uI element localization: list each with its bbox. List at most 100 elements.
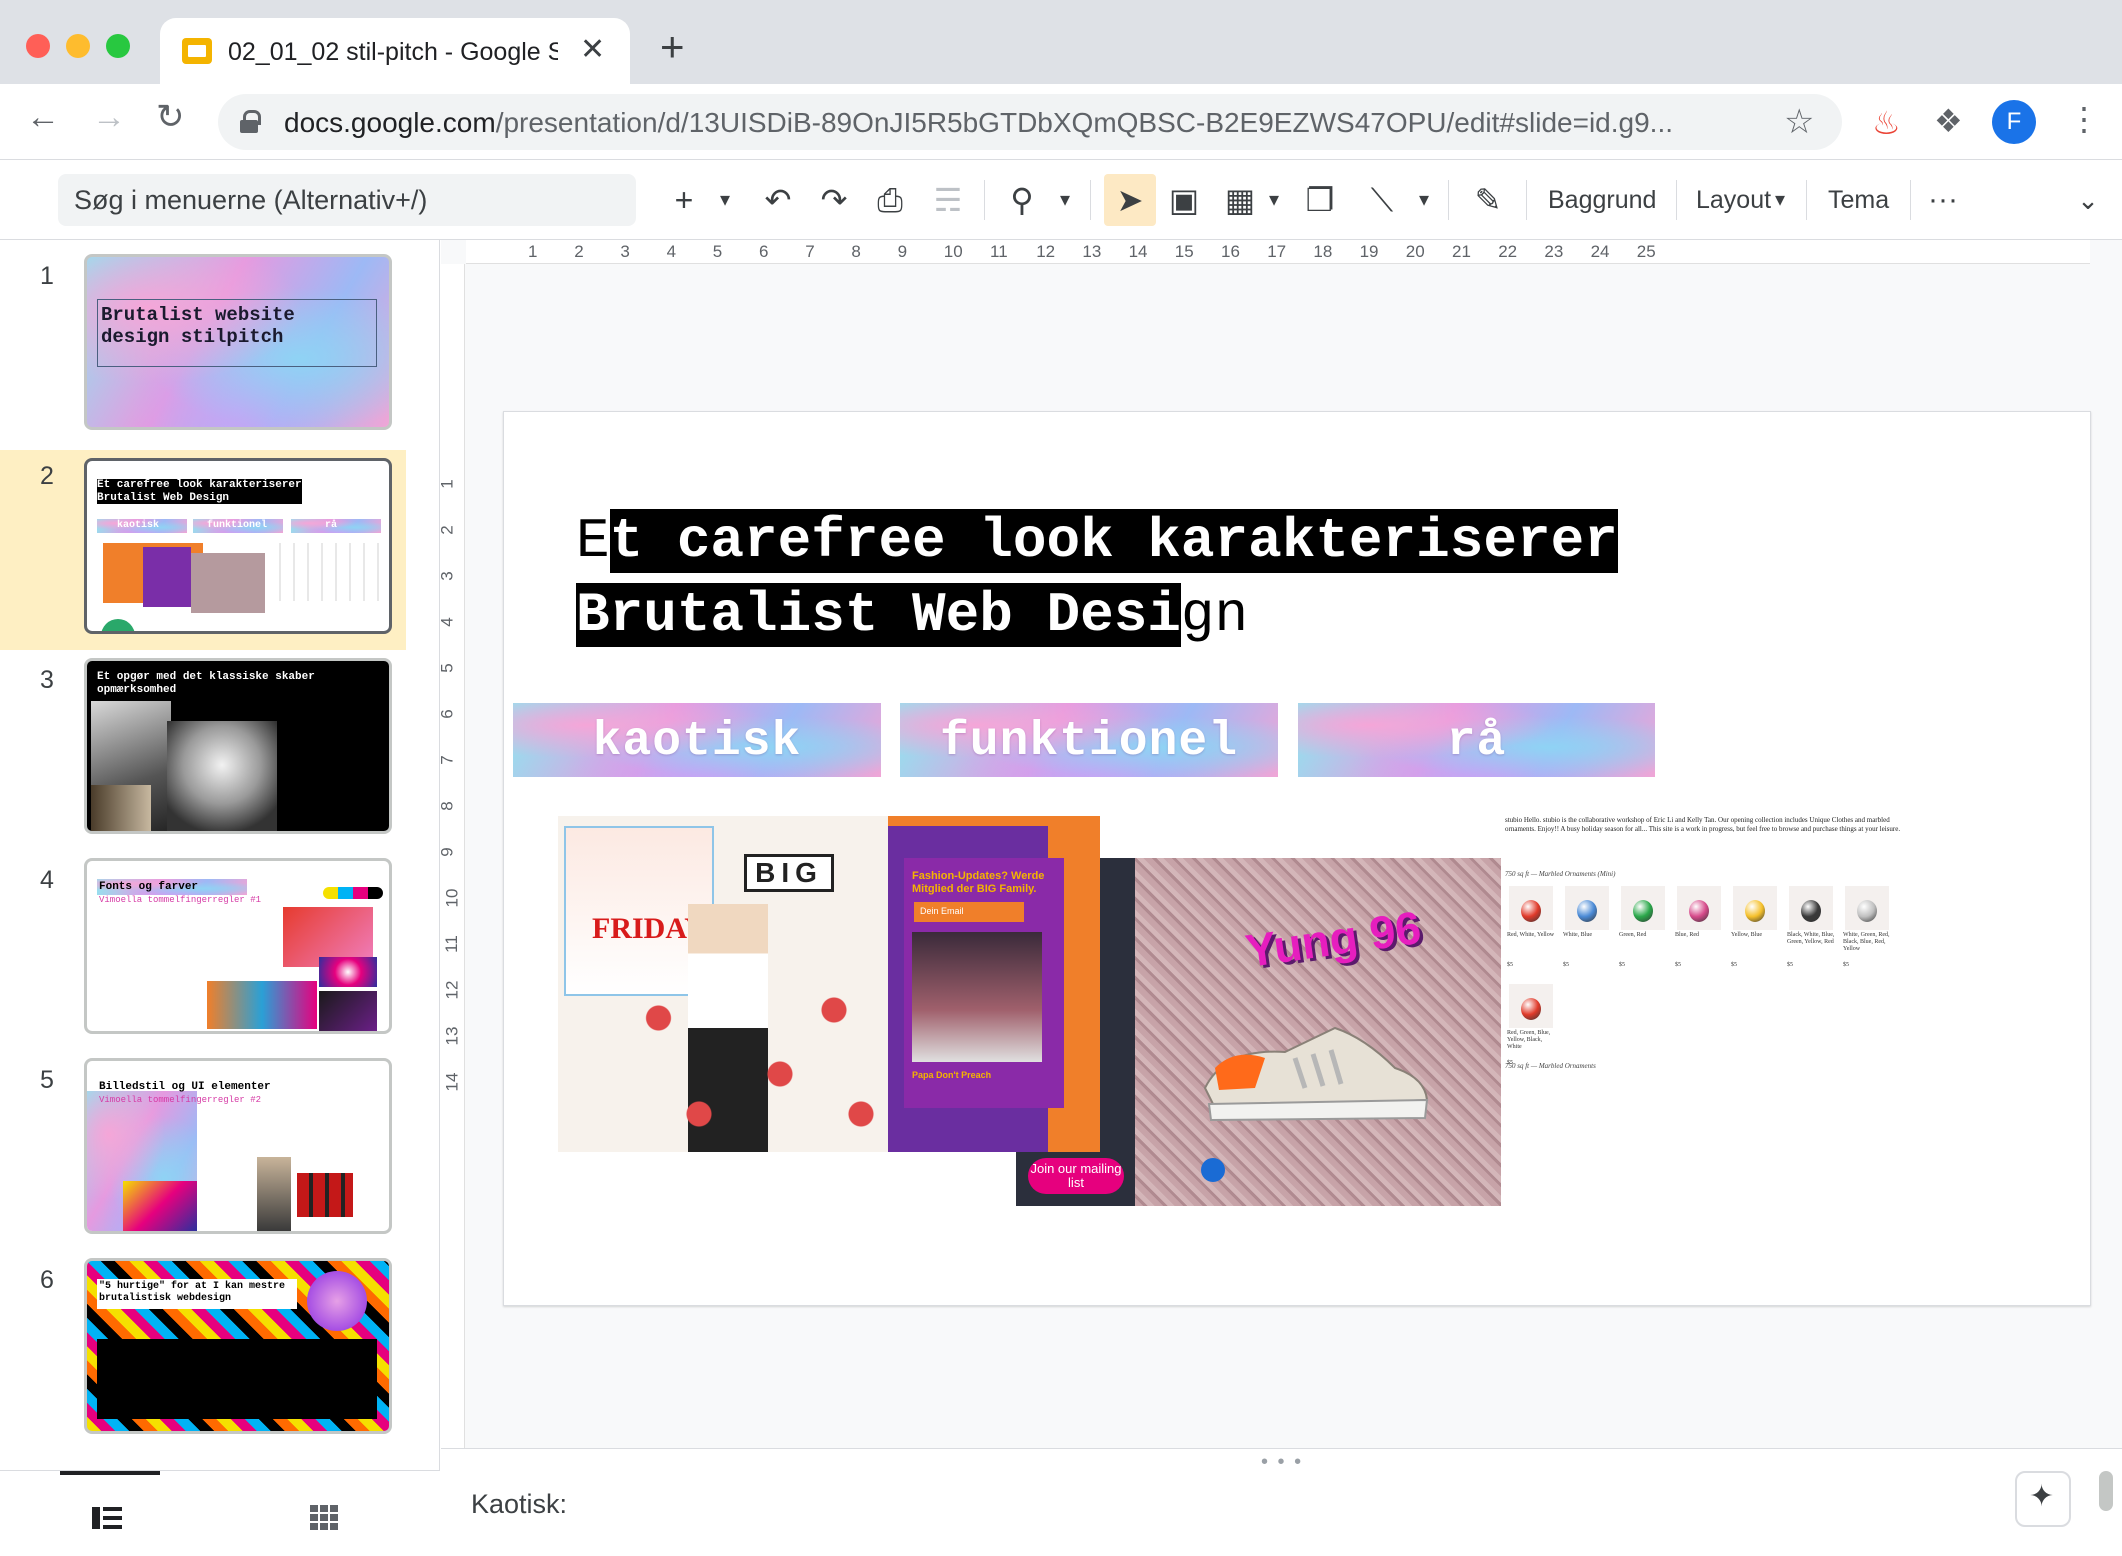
fashion-email-button[interactable]: Dein Email — [914, 902, 1024, 922]
product-price: $5 — [1843, 962, 1849, 968]
banner-kaotisk[interactable]: kaotisk — [513, 703, 881, 777]
filmstrip-slide-1[interactable]: 1 Brutalist website design stilpitch — [0, 246, 406, 446]
fashion-model-photo — [912, 932, 1042, 1062]
join-mailing-list-button[interactable]: Join our mailing list — [1028, 1158, 1124, 1194]
theme-button[interactable]: Tema — [1828, 176, 1889, 224]
tab-close-icon[interactable]: ✕ — [580, 32, 605, 67]
profile-avatar[interactable]: F — [1992, 100, 2036, 144]
toolbar-divider — [1676, 180, 1677, 220]
ornament-ball — [1801, 900, 1821, 922]
product-name: White, Blue — [1563, 932, 1592, 938]
layout-dropdown-icon[interactable]: ▾ — [1768, 176, 1792, 224]
shape-icon[interactable]: ❐ — [1298, 176, 1342, 224]
ruler-tick: 3 — [620, 242, 630, 261]
slide-thumbnail[interactable]: Fonts og farver Vimoella tommelfingerreg… — [84, 858, 392, 1034]
thumb-photo-toilet — [207, 981, 317, 1029]
ornament-image — [1845, 886, 1889, 930]
menu-search-input[interactable]: Søg i menuerne (Alternativ+/) — [58, 174, 636, 226]
bookmark-star-icon[interactable]: ☆ — [1784, 102, 1814, 142]
maximize-window-button[interactable] — [106, 34, 130, 58]
line-dropdown-icon[interactable]: ▾ — [1412, 176, 1436, 224]
collage-shop-website[interactable]: stubio Hello. stubio is the collaborativ… — [1501, 816, 2061, 1196]
thumb-photo-dark — [319, 991, 377, 1031]
product-tile[interactable]: Black, White, Blue, Green, Yellow, Red $5 — [1785, 882, 1837, 974]
explore-assistant-icon[interactable] — [2015, 1471, 2071, 1527]
print-icon[interactable]: ⎙ — [868, 176, 912, 224]
sneaker-image — [1203, 1026, 1429, 1122]
layout-button[interactable]: Layout — [1696, 176, 1771, 224]
select-cursor-icon[interactable]: ➤ — [1108, 176, 1152, 224]
minimize-window-button[interactable] — [66, 34, 90, 58]
product-tile[interactable]: Yellow, Blue $5 — [1729, 882, 1781, 974]
current-slide[interactable]: Et carefree look karakteriserer Brutalis… — [503, 411, 2091, 1306]
zoom-icon[interactable]: ⚲ — [1000, 176, 1044, 224]
thumb-photo-red-blocks — [297, 1173, 353, 1217]
banner-label: funktionel — [939, 715, 1239, 769]
reload-icon[interactable]: ↻ — [156, 100, 185, 134]
url-bar[interactable]: docs.google.com/presentation/d/13UISDiB-… — [218, 94, 1842, 150]
collage-sneaker-website[interactable]: Yung 96 — [1135, 858, 1501, 1206]
ruler-tick: 5 — [437, 663, 457, 673]
slide-thumbnail[interactable]: Et carefree look karakteriserer Brutalis… — [84, 458, 392, 634]
new-tab-button[interactable]: + — [660, 26, 685, 68]
ruler-tick: 11 — [441, 935, 461, 953]
filmstrip-view-icon[interactable] — [92, 1507, 122, 1529]
speaker-notes-text[interactable]: Kaotisk: — [471, 1489, 567, 1520]
product-tile[interactable]: White, Blue $5 — [1561, 882, 1613, 974]
url-host: docs.google.com — [284, 107, 496, 138]
notes-scrollbar[interactable] — [2099, 1471, 2113, 1511]
collage-big-website[interactable]: BIG FRIDAY Fashion-Updates? Werde Mitgli… — [558, 816, 1100, 1152]
collapse-toolbar-chevron-icon[interactable]: ⌄ — [2070, 176, 2106, 224]
ruler-tick: 2 — [437, 525, 457, 535]
add-comment-icon[interactable]: ✎ — [1466, 176, 1510, 224]
slide-thumbnail[interactable]: Brutalist website design stilpitch — [84, 254, 392, 430]
browser-menu-icon[interactable]: ⋮ — [2068, 100, 2100, 138]
speaker-notes[interactable]: • • • Kaotisk: — [441, 1448, 2122, 1556]
background-button[interactable]: Baggrund — [1548, 176, 1656, 224]
text-box-icon[interactable]: ▣ — [1162, 176, 1206, 224]
redo-icon[interactable]: ↷ — [812, 176, 856, 224]
insert-image-icon[interactable]: ▦ — [1218, 176, 1262, 224]
forward-arrow-icon[interactable]: → — [92, 100, 126, 134]
slide-thumbnail[interactable]: "5 hurtige" for at I kan mestre brutalis… — [84, 1258, 392, 1434]
browser-tab-active[interactable]: 02_01_02 stil-pitch - Google Sl ✕ — [160, 18, 630, 84]
image-dropdown-icon[interactable]: ▾ — [1262, 176, 1286, 224]
more-options-button[interactable]: ··· — [1928, 176, 1958, 224]
notes-resize-handle[interactable]: • • • — [1261, 1451, 1303, 1474]
undo-icon[interactable]: ↶ — [756, 176, 800, 224]
product-name: Red, White, Yellow — [1507, 932, 1555, 938]
slide-thumbnail[interactable]: Et opgør med det klassiske skaber opmærk… — [84, 658, 392, 834]
product-tile[interactable]: Blue, Red $5 — [1673, 882, 1725, 974]
extensions-puzzle-icon[interactable]: ❖ — [1934, 102, 1963, 140]
paint-format-icon[interactable]: ☴ — [926, 176, 970, 224]
slide-headline[interactable]: Et carefree look karakteriserer Brutalis… — [576, 504, 1618, 652]
ornament-image — [1621, 886, 1665, 930]
back-arrow-icon[interactable]: ← — [26, 100, 60, 134]
thumb-collage-green-circle — [101, 619, 135, 631]
close-window-button[interactable] — [26, 34, 50, 58]
ruler-tick: 3 — [437, 571, 457, 581]
slide-thumbnail[interactable]: Billedstil og UI elementer Vimoella tomm… — [84, 1058, 392, 1234]
filmstrip-slide-4[interactable]: 4 Fonts og farver Vimoella tommelfingerr… — [0, 850, 406, 1050]
grid-view-icon[interactable] — [310, 1505, 338, 1531]
filmstrip-slide-5[interactable]: 5 Billedstil og UI elementer Vimoella to… — [0, 1050, 406, 1250]
ornament-image — [1509, 984, 1553, 1028]
product-tile[interactable]: Red, White, Yellow $5 — [1505, 882, 1557, 974]
new-slide-dropdown-icon[interactable]: ▾ — [712, 176, 738, 224]
zoom-dropdown-icon[interactable]: ▾ — [1052, 176, 1078, 224]
filmstrip-slide-6[interactable]: 6 "5 hurtige" for at I kan mestre brutal… — [0, 1250, 406, 1450]
product-tile[interactable]: Red, Green, Blue, Yellow, Black, White $5 — [1505, 980, 1557, 1072]
product-name: Yellow, Blue — [1731, 932, 1763, 938]
line-icon[interactable]: ⟍ — [1360, 176, 1404, 224]
fire-extension-icon[interactable]: ♨ — [1872, 104, 1901, 142]
ruler-tick: 13 — [1082, 242, 1102, 261]
product-tile[interactable]: White, Green, Red, Black, Blue, Red, Yel… — [1841, 882, 1893, 974]
ruler-tick: 11 — [990, 242, 1008, 261]
new-slide-plus-icon[interactable]: + — [664, 176, 704, 224]
ruler-tick: 1 — [528, 242, 538, 261]
banner-raa[interactable]: rå — [1298, 703, 1655, 777]
banner-funktionel[interactable]: funktionel — [900, 703, 1278, 777]
product-tile[interactable]: Green, Red $5 — [1617, 882, 1669, 974]
filmstrip-slide-3[interactable]: 3 Et opgør med det klassiske skaber opmæ… — [0, 650, 406, 850]
filmstrip-slide-2[interactable]: 2 Et carefree look karakteriserer Brutal… — [0, 450, 406, 650]
